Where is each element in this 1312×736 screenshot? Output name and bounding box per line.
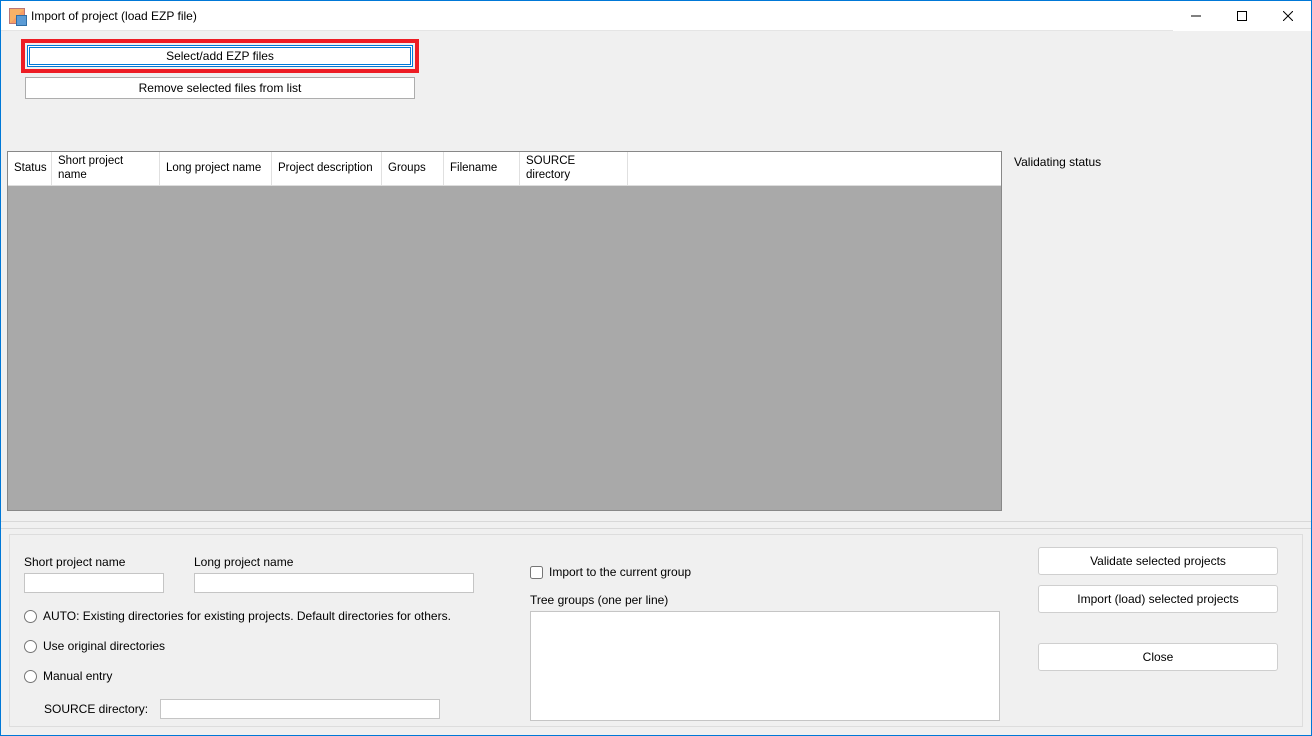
source-dir-input[interactable] [160, 699, 440, 719]
content-area: Select/add EZP files Remove selected fil… [1, 31, 1311, 735]
close-button[interactable]: Close [1038, 643, 1278, 671]
validate-button[interactable]: Validate selected projects [1038, 547, 1278, 575]
tree-groups-label: Tree groups (one per line) [530, 593, 1012, 607]
radio-manual-label: Manual entry [43, 669, 112, 683]
col-short-name[interactable]: Short project name [52, 152, 160, 185]
highlight-frame: Select/add EZP files [21, 39, 419, 73]
long-project-name-input[interactable] [194, 573, 474, 593]
radio-auto-label: AUTO: Existing directories for existing … [43, 609, 451, 623]
bottom-panel: Short project name Long project name AUT… [9, 534, 1303, 727]
files-grid[interactable]: Status Short project name Long project n… [7, 151, 1002, 511]
radio-original-label: Use original directories [43, 639, 165, 653]
short-project-name-input[interactable] [24, 573, 164, 593]
select-add-files-button[interactable]: Select/add EZP files [27, 45, 413, 67]
project-form: Short project name Long project name AUT… [10, 535, 520, 726]
radio-original[interactable] [24, 640, 37, 653]
minimize-button[interactable] [1173, 1, 1219, 31]
radio-auto[interactable] [24, 610, 37, 623]
maximize-button[interactable] [1219, 1, 1265, 31]
long-project-name-label: Long project name [194, 555, 474, 569]
validating-status-panel: Validating status [1008, 151, 1305, 511]
validating-status-label: Validating status [1014, 155, 1101, 169]
remove-selected-files-button[interactable]: Remove selected files from list [25, 77, 415, 99]
app-icon [9, 8, 25, 24]
source-dir-label: SOURCE directory: [44, 702, 148, 716]
col-status[interactable]: Status [8, 152, 52, 185]
grid-header: Status Short project name Long project n… [8, 152, 1001, 186]
col-filename[interactable]: Filename [444, 152, 520, 185]
radio-manual[interactable] [24, 670, 37, 683]
titlebar: Import of project (load EZP file) [1, 1, 1311, 31]
window-title: Import of project (load EZP file) [31, 9, 197, 23]
splitter[interactable] [1, 521, 1311, 529]
groups-area: Import to the current group Tree groups … [520, 535, 1022, 726]
import-button[interactable]: Import (load) selected projects [1038, 585, 1278, 613]
col-source-dir[interactable]: SOURCE directory [520, 152, 628, 185]
col-description[interactable]: Project description [272, 152, 382, 185]
col-groups[interactable]: Groups [382, 152, 444, 185]
short-project-name-label: Short project name [24, 555, 164, 569]
import-current-group-checkbox[interactable] [530, 566, 543, 579]
top-buttons: Select/add EZP files Remove selected fil… [21, 39, 419, 99]
action-buttons: Validate selected projects Import (load)… [1022, 535, 1302, 726]
close-window-button[interactable] [1265, 1, 1311, 31]
tree-groups-textarea[interactable] [530, 611, 1000, 721]
col-long-name[interactable]: Long project name [160, 152, 272, 185]
main-row: Status Short project name Long project n… [7, 151, 1305, 511]
import-current-group-label: Import to the current group [549, 565, 691, 579]
